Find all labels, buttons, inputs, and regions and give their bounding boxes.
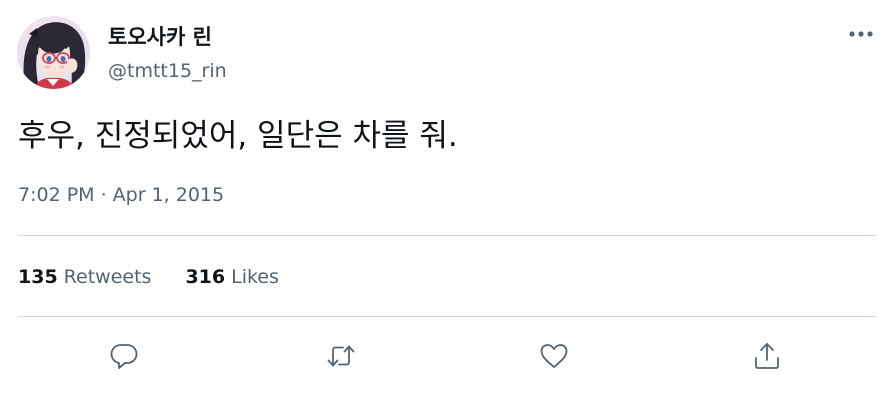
likes-count: 316 (185, 266, 226, 288)
anime-avatar-icon (23, 22, 86, 89)
divider (18, 316, 876, 317)
heart-icon (540, 344, 568, 368)
retweet-button[interactable] (320, 335, 362, 377)
display-name[interactable]: 토오사카 린 (108, 23, 212, 51)
tweet-card: 토오사카 린 @tmtt15_rin 후우, 진정되었어, 일단은 차를 줘. … (0, 0, 894, 409)
reply-button[interactable] (103, 335, 145, 377)
share-upload-icon (755, 343, 779, 369)
speech-bubble-icon (110, 344, 138, 369)
retweet-arrows-icon (327, 345, 355, 367)
likes-stat[interactable]: 316 Likes (185, 262, 278, 292)
ellipsis-icon (849, 31, 873, 37)
avatar[interactable] (17, 16, 90, 89)
tweet-timestamp[interactable]: 7:02 PM · Apr 1, 2015 (18, 180, 224, 210)
tweet-text: 후우, 진정되었어, 일단은 차를 줘. (18, 118, 458, 154)
divider (18, 235, 876, 236)
retweets-count: 135 (18, 266, 58, 288)
engagement-stats: 135 Retweets 316 Likes (18, 262, 279, 292)
more-options-button[interactable] (842, 21, 880, 47)
likes-label: Likes (231, 266, 279, 288)
retweets-label: Retweets (63, 266, 152, 288)
like-button[interactable] (533, 335, 575, 377)
share-button[interactable] (746, 335, 788, 377)
user-handle[interactable]: @tmtt15_rin (108, 58, 227, 84)
retweets-stat[interactable]: 135 Retweets (18, 262, 151, 292)
